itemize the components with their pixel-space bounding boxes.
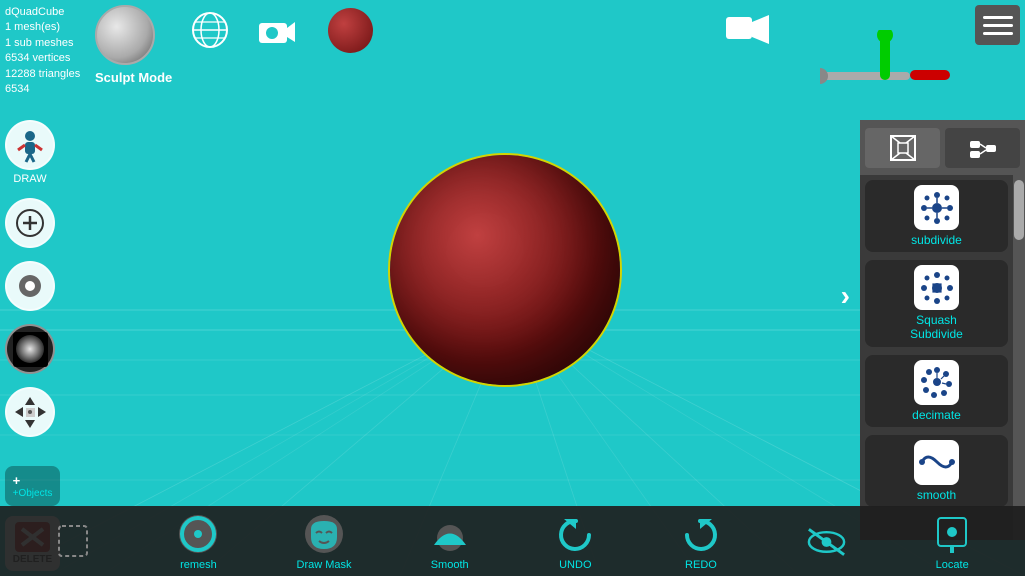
bottom-toolbar: remesh Draw Mask — [0, 506, 1025, 576]
smooth-icon — [914, 440, 959, 485]
axis-indicator — [820, 30, 960, 110]
left-toolbar: DRAW — [5, 120, 55, 437]
3d-sphere — [390, 155, 620, 385]
undo-icon — [553, 512, 598, 557]
video-camera-icon[interactable] — [725, 12, 770, 55]
camera-icon[interactable] — [255, 12, 295, 52]
locate-icon — [930, 512, 975, 557]
left-bottom-tools: + +Objects — [5, 466, 60, 506]
decimate-label: decimate — [912, 408, 961, 422]
decimate-icon — [914, 360, 959, 405]
redo-btn[interactable]: REDO — [671, 512, 731, 571]
select-icon — [50, 519, 95, 564]
hide-icon — [804, 519, 849, 564]
scrollbar-thumb[interactable] — [1014, 180, 1024, 240]
draw-mask-btn[interactable]: Draw Mask — [294, 512, 354, 571]
add-btn[interactable] — [5, 198, 55, 248]
remesh-label: remesh — [180, 559, 217, 571]
draw-mask-icon — [302, 512, 347, 557]
mesh-info: dQuadCube 1 mesh(es) 1 sub meshes 6534 v… — [5, 5, 80, 97]
mesh-name: dQuadCube — [5, 5, 80, 20]
decimate-tool[interactable]: decimate — [865, 355, 1008, 427]
sculpt-tool-btn[interactable] — [5, 120, 55, 170]
draw-label: DRAW — [13, 173, 46, 185]
menu-line-3 — [983, 32, 1013, 35]
add-objects-btn[interactable]: + +Objects — [5, 466, 60, 506]
remesh-icon — [176, 512, 221, 557]
right-panel: subdivide — [860, 120, 1025, 540]
globe-icon[interactable] — [190, 10, 230, 50]
hide-btn[interactable] — [797, 519, 857, 564]
blur-tool-btn[interactable] — [5, 324, 55, 374]
move-tool-btn[interactable] — [5, 387, 55, 437]
undo-btn[interactable]: UNDO — [545, 512, 605, 571]
redo-label: REDO — [685, 559, 717, 571]
locate-label: Locate — [936, 559, 969, 571]
panel-tabs — [860, 120, 1025, 175]
mode-label: Sculpt Mode — [95, 70, 172, 85]
select-btn[interactable] — [43, 519, 103, 564]
undo-label: UNDO — [559, 559, 591, 571]
sub-mesh-count: 1 sub meshes — [5, 36, 80, 51]
panel-tab-3d[interactable] — [865, 128, 940, 168]
extra-count: 6534 — [5, 82, 80, 97]
circle-tool-btn[interactable] — [5, 261, 55, 311]
expand-panel-arrow[interactable]: › — [841, 280, 850, 312]
smooth-bottom-btn[interactable]: Smooth — [420, 512, 480, 571]
subdivide-tool[interactable]: subdivide — [865, 180, 1008, 252]
smooth-tool[interactable]: smooth — [865, 435, 1008, 507]
draw-mask-label: Draw Mask — [297, 559, 352, 571]
squash-subdivide-tool[interactable]: Squash Subdivide — [865, 260, 1008, 347]
squash-subdivide-icon — [914, 265, 959, 310]
panel-scrollbar[interactable] — [1013, 175, 1025, 540]
squash-subdivide-label: Squash Subdivide — [910, 313, 963, 342]
smooth-label: smooth — [917, 488, 956, 502]
menu-line-1 — [983, 16, 1013, 19]
menu-line-2 — [983, 24, 1013, 27]
remesh-btn[interactable]: remesh — [168, 512, 228, 571]
smooth-bottom-icon — [427, 512, 472, 557]
3d-viewport[interactable]: dQuadCube 1 mesh(es) 1 sub meshes 6534 v… — [0, 0, 1025, 576]
triangle-count: 12288 triangles — [5, 67, 80, 82]
hamburger-menu[interactable] — [975, 5, 1020, 45]
panel-tools-list: subdivide — [860, 175, 1025, 540]
material-preview[interactable] — [328, 8, 373, 53]
panel-tab-nodes[interactable] — [945, 128, 1020, 168]
vertex-count: 6534 vertices — [5, 51, 80, 66]
mesh-count: 1 mesh(es) — [5, 20, 80, 35]
add-objects-label: +Objects — [13, 488, 53, 499]
smooth-bottom-label: Smooth — [431, 559, 469, 571]
subdivide-label: subdivide — [911, 233, 962, 247]
mesh-preview[interactable] — [95, 5, 155, 65]
subdivide-icon — [914, 185, 959, 230]
redo-icon — [678, 512, 723, 557]
locate-btn[interactable]: Locate — [922, 512, 982, 571]
